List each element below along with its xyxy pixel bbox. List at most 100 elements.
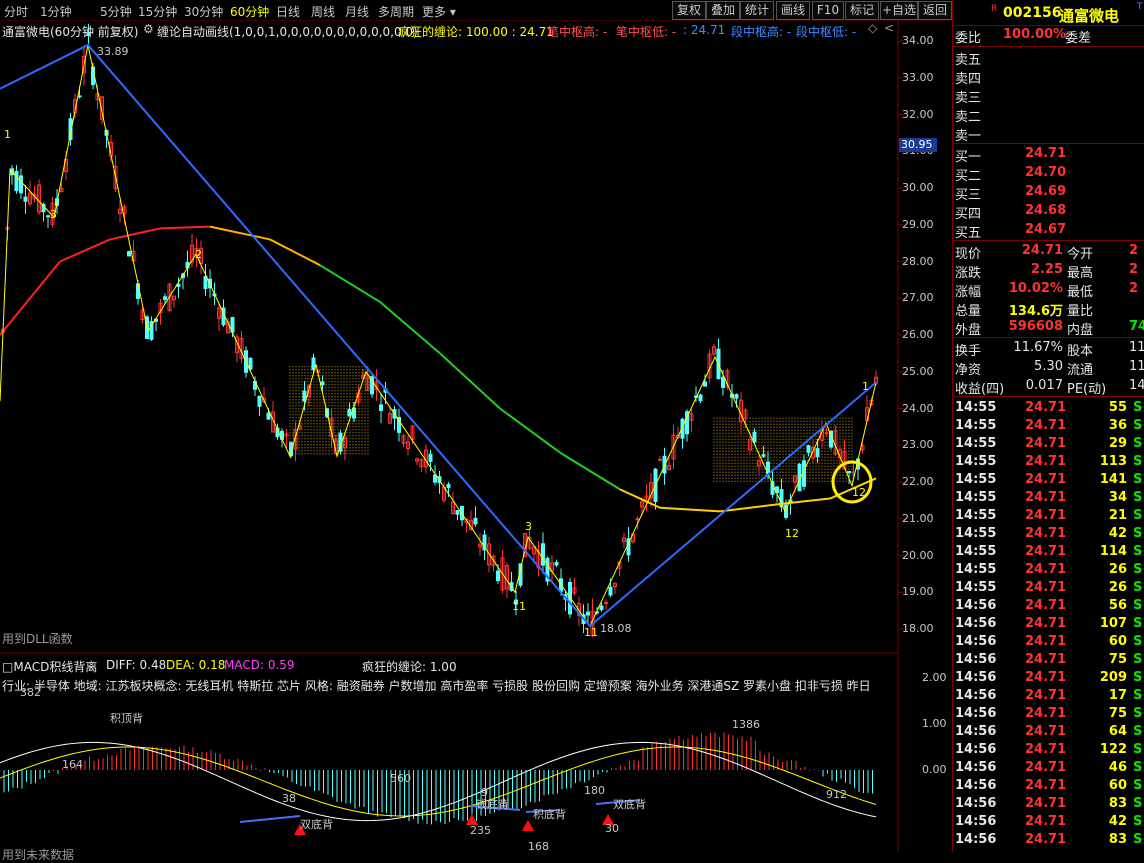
y-axis-tick: 22.00 xyxy=(902,475,934,488)
add-watchlist-button[interactable]: +自选 xyxy=(880,1,918,20)
stat-row: 净资 5.30 流通 11 xyxy=(953,359,1144,378)
candle-body xyxy=(455,510,460,515)
buy-row[interactable]: 买三 24.69 xyxy=(953,184,1144,203)
tick-row[interactable]: 14:55 24.71 36 S xyxy=(953,418,1144,436)
tick-row[interactable]: 14:56 24.71 46 S xyxy=(953,760,1144,778)
tick-time: 14:56 xyxy=(955,652,997,667)
tick-price: 24.71 xyxy=(1025,724,1067,739)
candle-body xyxy=(698,394,703,402)
tick-row[interactable]: 14:56 24.71 209 S xyxy=(953,670,1144,688)
period-tab-multi[interactable]: 多周期 xyxy=(378,3,414,20)
tick-row[interactable]: 14:56 24.71 64 S xyxy=(953,724,1144,742)
candle xyxy=(455,510,460,521)
candle-body xyxy=(586,611,590,616)
tick-row[interactable]: 14:56 24.71 122 S xyxy=(953,742,1144,760)
tick-row[interactable]: 14:56 24.71 42 S xyxy=(953,814,1144,832)
tick-time: 14:56 xyxy=(955,760,997,775)
mark-button[interactable]: 标记 xyxy=(845,1,879,20)
tick-time: 14:56 xyxy=(955,814,997,829)
margin-badge: R xyxy=(991,4,998,14)
period-tab-week[interactable]: 周线 xyxy=(311,3,335,20)
tick-row[interactable]: 14:55 24.71 26 S xyxy=(953,562,1144,580)
tick-volume: 46 xyxy=(1108,760,1127,775)
tick-time: 14:55 xyxy=(955,526,997,541)
tick-row[interactable]: 14:55 24.71 42 S xyxy=(953,526,1144,544)
stats-button[interactable]: 统计 xyxy=(740,1,774,20)
stat-label: 总量 xyxy=(955,304,982,319)
tick-row[interactable]: 14:55 24.71 114 S xyxy=(953,544,1144,562)
sell-row[interactable]: 卖二 xyxy=(953,106,1144,125)
tick-row[interactable]: 14:55 24.71 141 S xyxy=(953,472,1144,490)
gear-icon[interactable]: ⚙ xyxy=(143,22,154,36)
f10-button[interactable]: F10 xyxy=(812,1,844,20)
tick-price: 24.71 xyxy=(1025,796,1067,811)
tick-price: 24.71 xyxy=(1025,400,1067,415)
period-more-menu[interactable]: 更多 ▾ xyxy=(422,3,456,20)
tick-row[interactable]: 14:56 24.71 83 S xyxy=(953,796,1144,814)
tick-row[interactable]: 14:56 24.71 83 S xyxy=(953,832,1144,850)
tick-volume: 75 xyxy=(1108,652,1127,667)
kline-chart-area[interactable]: 通富微电(60分钟 前复权) ⚙ 缠论自动画线(1,0,0,1,0,0,0,0,… xyxy=(0,20,952,862)
stat-label: 量比 xyxy=(1067,304,1094,319)
period-tab-15min[interactable]: 15分钟 xyxy=(138,3,177,20)
macd-indicator-name[interactable]: □MACD积线背离 xyxy=(2,658,97,675)
ma-segment xyxy=(379,301,441,355)
back-button[interactable]: 返回 xyxy=(918,1,952,20)
buy-row[interactable]: 买五 24.67 xyxy=(953,222,1144,241)
macd-dea-line xyxy=(0,746,877,817)
period-tab-30min[interactable]: 30分钟 xyxy=(184,3,223,20)
candle-body xyxy=(347,408,352,417)
buy-row[interactable]: 买一 24.71 xyxy=(953,146,1144,165)
buy-row[interactable]: 买四 24.68 xyxy=(953,203,1144,222)
buy-row[interactable]: 买二 24.70 xyxy=(953,165,1144,184)
overlay-button[interactable]: 叠加 xyxy=(706,1,740,20)
chevron-left-icon[interactable]: < xyxy=(884,21,894,35)
tick-row[interactable]: 14:56 24.71 107 S xyxy=(953,616,1144,634)
bi-stroke xyxy=(0,44,877,628)
tick-row[interactable]: 14:55 24.71 26 S xyxy=(953,580,1144,598)
tick-row[interactable]: 14:56 24.71 75 S xyxy=(953,652,1144,670)
period-tab-day[interactable]: 日线 xyxy=(276,3,300,20)
period-tab-60min[interactable]: 60分钟 xyxy=(230,3,269,20)
tick-row[interactable]: 14:56 24.71 75 S xyxy=(953,706,1144,724)
tick-row[interactable]: 14:55 24.71 29 S xyxy=(953,436,1144,454)
tick-row[interactable]: 14:56 24.71 56 S xyxy=(953,598,1144,616)
candle-body xyxy=(806,445,811,453)
macd-number: 1386 xyxy=(732,718,760,731)
period-tab-1min[interactable]: 1分钟 xyxy=(40,3,72,20)
candle xyxy=(379,394,383,424)
sell-row[interactable]: 卖三 xyxy=(953,87,1144,106)
tick-row[interactable]: 14:55 24.71 113 S xyxy=(953,454,1144,472)
tick-price: 24.71 xyxy=(1025,778,1067,793)
candle xyxy=(451,492,455,515)
tick-row[interactable]: 14:56 24.71 60 S xyxy=(953,634,1144,652)
candle xyxy=(698,393,703,404)
fuquan-button[interactable]: 复权 xyxy=(672,1,706,20)
tick-time: 14:55 xyxy=(955,454,997,469)
pen-label: 1 xyxy=(4,128,11,141)
tick-time: 14:56 xyxy=(955,634,997,649)
seg-pivot-high: 段中枢高: - xyxy=(731,25,792,39)
tick-row[interactable]: 14:55 24.71 21 S xyxy=(953,508,1144,526)
tick-time: 14:56 xyxy=(955,616,997,631)
sell-row[interactable]: 卖一 xyxy=(953,125,1144,144)
moving-average-group xyxy=(0,225,877,513)
info-icon[interactable]: T xyxy=(1137,2,1143,12)
period-tab-5min[interactable]: 5分钟 xyxy=(100,3,132,20)
buy-level-price: 24.71 xyxy=(1025,146,1067,161)
tick-time: 14:56 xyxy=(955,832,997,847)
period-tab-fenshi[interactable]: 分时 xyxy=(4,3,28,20)
tick-row[interactable]: 14:55 24.71 55 S xyxy=(953,400,1144,418)
tick-price: 24.71 xyxy=(1025,508,1067,523)
tick-side: S xyxy=(1133,778,1143,793)
tick-row[interactable]: 14:56 24.71 60 S xyxy=(953,778,1144,796)
sell-row[interactable]: 卖五 xyxy=(953,49,1144,68)
tick-row[interactable]: 14:56 24.71 17 S xyxy=(953,688,1144,706)
draw-line-button[interactable]: 画线 xyxy=(776,1,810,20)
period-tab-month[interactable]: 月线 xyxy=(345,3,369,20)
tick-row[interactable]: 14:55 24.71 34 S xyxy=(953,490,1144,508)
candle-body xyxy=(473,517,478,525)
diamond-icon[interactable]: ◇ xyxy=(868,21,877,35)
sell-row[interactable]: 卖四 xyxy=(953,68,1144,87)
y-axis-tick: 30.00 xyxy=(902,181,934,194)
